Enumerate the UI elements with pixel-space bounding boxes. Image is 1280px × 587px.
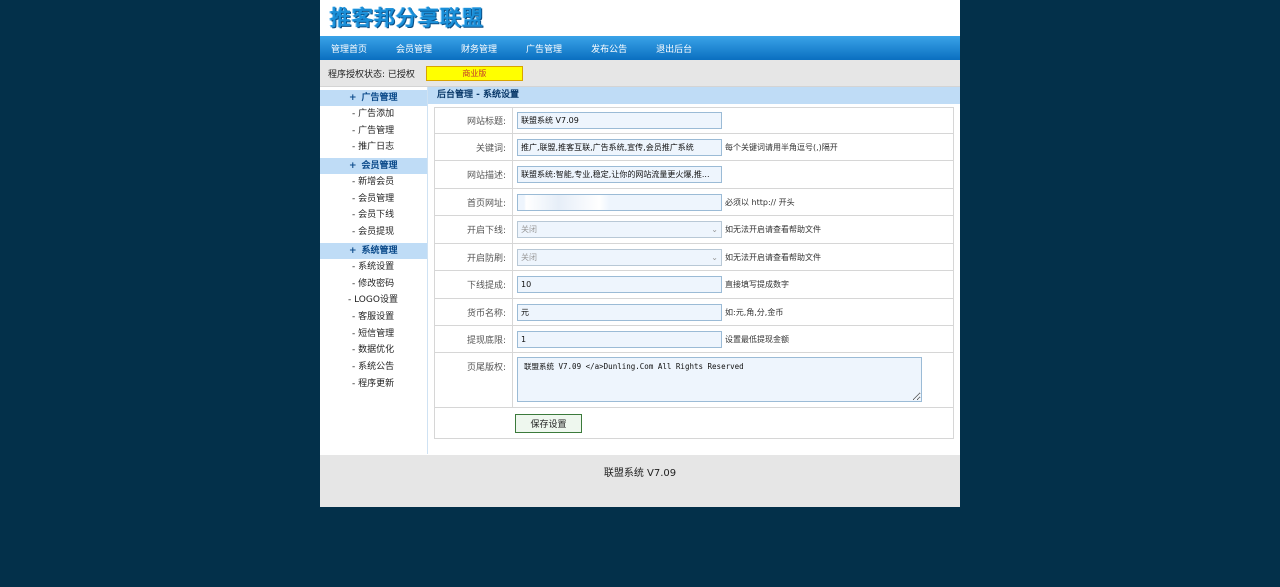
sidebar-item-ad-add[interactable]: - 广告添加: [320, 106, 427, 123]
form-row-antispam: 开启防刷: 关闭 ⌄ 如无法开启请查看帮助文件: [435, 244, 953, 271]
field-label: 网站描述:: [435, 161, 513, 188]
field-label: 提现底限:: [435, 326, 513, 352]
currency-input[interactable]: 元: [517, 303, 722, 321]
sidebar-group-ads[interactable]: + 广告管理: [320, 90, 427, 106]
homepage-url-input[interactable]: [517, 193, 722, 211]
settings-form: 网站标题: 联盟系统 V7.09 关键词: 推广,联盟,推客互联,广告系统,宣传…: [434, 107, 954, 439]
license-label: 程序授权状态: 已授权: [328, 69, 415, 80]
nav-members[interactable]: 会员管理: [396, 42, 432, 55]
sidebar-item-system-settings[interactable]: - 系统设置: [320, 259, 427, 276]
field-label: 关键词:: [435, 134, 513, 160]
keywords-input[interactable]: 推广,联盟,推客互联,广告系统,宣传,会员推广系统: [517, 138, 722, 156]
admin-window: 推客邦分享联盟 管理首页 会员管理 财务管理 广告管理 发布公告 退出后台 程序…: [320, 0, 960, 507]
downline-select[interactable]: 关闭 ⌄: [517, 221, 722, 238]
site-logo: 推客邦分享联盟: [330, 6, 484, 30]
sidebar-item-new-member[interactable]: - 新增会员: [320, 174, 427, 191]
sidebar-item-member-downline[interactable]: - 会员下线: [320, 207, 427, 224]
nav-ads[interactable]: 广告管理: [526, 42, 562, 55]
field-label: 下线提成:: [435, 271, 513, 298]
form-row-downline: 开启下线: 关闭 ⌄ 如无法开启请查看帮助文件: [435, 216, 953, 244]
field-label: 开启防刷:: [435, 244, 513, 270]
chevron-down-icon: ⌄: [711, 225, 718, 234]
sidebar-item-logo-settings[interactable]: - LOGO设置: [320, 292, 427, 309]
sidebar-group-label: 广告管理: [361, 93, 398, 103]
plus-icon: +: [349, 245, 357, 256]
sidebar-item-ad-manage[interactable]: - 广告管理: [320, 123, 427, 140]
description-input[interactable]: 联盟系统:智能,专业,稳定,让你的网站流量更火爆,推...: [517, 166, 722, 183]
main-panel: 后台管理 - 系统设置 网站标题: 联盟系统 V7.09 关键词: 推广,联盟,…: [428, 87, 960, 454]
sidebar-item-promo-log[interactable]: - 推广日志: [320, 139, 427, 156]
field-hint: 如:元,角,分,金币: [725, 307, 784, 317]
commission-input[interactable]: 10: [517, 276, 722, 293]
footer: 联盟系统 V7.09: [320, 455, 960, 507]
sidebar-item-member-manage[interactable]: - 会员管理: [320, 191, 427, 208]
sidebar-group-label: 会员管理: [361, 161, 398, 172]
nav-announce[interactable]: 发布公告: [591, 42, 627, 55]
field-label: 页尾版权:: [435, 353, 513, 407]
top-nav: 管理首页 会员管理 财务管理 广告管理 发布公告 退出后台: [320, 36, 960, 60]
form-row-copyright: 页尾版权: 联盟系统 V7.09 </a>Dunling.Com All Rig…: [435, 353, 953, 408]
site-title-input[interactable]: 联盟系统 V7.09: [517, 112, 722, 129]
form-row-homepage: 首页网址: 必须以 http:// 开头: [435, 189, 953, 216]
field-label: 首页网址:: [435, 189, 513, 215]
field-hint: 设置最低提现金额: [725, 334, 789, 344]
logo-bar: 推客邦分享联盟: [320, 0, 960, 36]
sidebar-group-system[interactable]: + 系统管理: [320, 242, 427, 259]
field-hint: 如无法开启请查看帮助文件: [725, 252, 821, 262]
field-label: 网站标题:: [435, 108, 513, 133]
form-row-title: 网站标题: 联盟系统 V7.09: [435, 108, 953, 134]
form-row-currency: 货币名称: 元如:元,角,分,金币: [435, 299, 953, 326]
sidebar-item-announcement[interactable]: - 系统公告: [320, 359, 427, 376]
sidebar-item-sms[interactable]: - 短信管理: [320, 326, 427, 343]
field-hint: 必须以 http:// 开头: [725, 197, 795, 207]
sidebar: + 广告管理 - 广告添加 - 广告管理 - 推广日志 + 会员管理 - 新增会员 …: [320, 87, 428, 454]
sidebar-item-update[interactable]: - 程序更新: [320, 376, 427, 393]
field-label: 开启下线:: [435, 216, 513, 243]
sidebar-item-member-withdraw[interactable]: - 会员提现: [320, 224, 427, 241]
antispam-select[interactable]: 关闭 ⌄: [517, 248, 722, 266]
plus-icon: +: [349, 161, 357, 172]
form-row-min-withdraw: 提现底限: 1 设置最低提现金额: [435, 326, 953, 353]
nav-logout[interactable]: 退出后台: [656, 42, 692, 55]
sidebar-item-change-password[interactable]: - 修改密码: [320, 276, 427, 293]
min-withdraw-input[interactable]: 1: [517, 330, 722, 348]
sidebar-group-members[interactable]: + 会员管理: [320, 158, 427, 175]
plus-icon: +: [349, 93, 357, 103]
copyright-textarea[interactable]: 联盟系统 V7.09 </a>Dunling.Com All Rights Re…: [517, 357, 922, 402]
license-status-bar: 程序授权状态: 已授权 商业版: [320, 60, 960, 87]
field-label: 货币名称:: [435, 299, 513, 325]
form-row-keywords: 关键词: 推广,联盟,推客互联,广告系统,宣传,会员推广系统 每个关键词请用半角逗…: [435, 134, 953, 161]
form-row-commission: 下线提成: 10 直接填写提成数字: [435, 271, 953, 299]
field-hint: 如无法开启请查看帮助文件: [725, 225, 821, 234]
sidebar-group-label: 系统管理: [361, 245, 398, 256]
nav-finance[interactable]: 财务管理: [461, 42, 497, 55]
form-row-submit: 保存设置: [435, 408, 953, 438]
sidebar-item-service-settings[interactable]: - 客服设置: [320, 309, 427, 326]
nav-home[interactable]: 管理首页: [331, 42, 367, 55]
field-hint: 直接填写提成数字: [725, 280, 789, 289]
license-badge: 商业版: [425, 65, 523, 81]
select-value: 关闭: [521, 225, 537, 234]
save-settings-button[interactable]: 保存设置: [515, 413, 582, 433]
sidebar-item-db-optimize[interactable]: - 数据优化: [320, 342, 427, 359]
field-hint: 每个关键词请用半角逗号(,)隔开: [725, 142, 838, 152]
chevron-down-icon: ⌄: [711, 252, 718, 262]
page-title: 后台管理 - 系统设置: [428, 87, 960, 104]
select-value: 关闭: [521, 252, 537, 262]
form-row-description: 网站描述: 联盟系统:智能,专业,稳定,让你的网站流量更火爆,推...: [435, 161, 953, 189]
